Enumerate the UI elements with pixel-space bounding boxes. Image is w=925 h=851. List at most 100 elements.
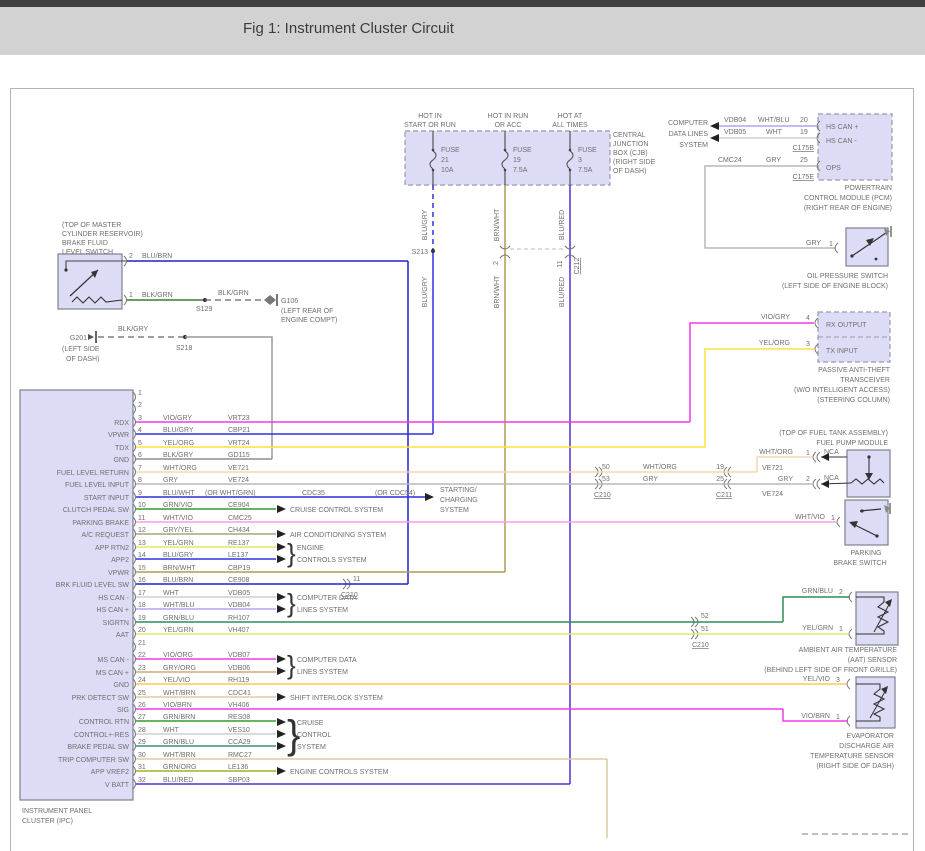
wire-color: YEL/VIO <box>803 676 831 683</box>
ipc-pin-color: YEL/GRN <box>163 627 194 634</box>
system-ref: DATA LINES <box>669 131 709 138</box>
pin-number: 3 <box>836 677 840 684</box>
ipc-pin-color: BLU/GRY <box>163 552 194 559</box>
rail-label: HOT AT <box>558 113 583 120</box>
pcm-caption: CONTROL MODULE (PCM) <box>804 195 892 202</box>
fuse-number: 3 <box>578 157 582 164</box>
ipc-pin-color: GRN/BLU <box>163 615 194 622</box>
ipc-pin-color: BLK/GRY <box>163 452 194 459</box>
wire-circuit: VE724 <box>762 491 783 498</box>
fuse-number: 21 <box>441 157 449 164</box>
wire-color-label: BRN/WHT <box>494 208 501 241</box>
ipc-pin-number: 24 <box>138 677 146 684</box>
ipc-pin-number: 17 <box>138 590 146 597</box>
ipc-pin-number: 1 <box>138 390 142 397</box>
connector-label: C210 <box>341 592 358 599</box>
ipc-pin-circuit: VDB04 <box>228 602 250 609</box>
ipc-pin-signal: APP VREF2 <box>91 769 129 776</box>
system-ref: CONTROL <box>297 732 331 739</box>
splice-label: S213 <box>412 249 428 256</box>
ipc-pin-number: 12 <box>138 527 146 534</box>
wire-color: YEL/GRN <box>802 625 833 632</box>
wire-color-label: BLU/GRY <box>422 209 429 240</box>
connector-label: C175E <box>793 174 815 181</box>
component-caption: PASSIVE ANTI-THEFT <box>818 367 891 374</box>
component-caption: (LEFT SIDE OF ENGINE BLOCK) <box>782 283 888 290</box>
pin-number: 1 <box>836 714 840 721</box>
wire-color: WHT/BLU <box>758 117 790 124</box>
component-caption: OIL PRESSURE SWITCH <box>807 273 888 280</box>
ipc-pin-signal: SIGRTN <box>103 620 129 627</box>
ipc-pin-color: WHT/BRN <box>163 690 196 697</box>
component-caption: TRANSCEIVER <box>840 377 890 384</box>
ground-label: G201 <box>70 335 87 342</box>
system-ref: CRUISE <box>297 720 324 727</box>
ipc-pin-number: 30 <box>138 752 146 759</box>
wire-color: VIO/BRN <box>801 713 830 720</box>
ipc-pin-circuit: CE904 <box>228 502 250 509</box>
splice-s213-dot <box>431 249 435 253</box>
ipc-pin-signal: GND <box>113 682 129 689</box>
ipc-pin-signal: AAT <box>116 632 130 639</box>
system-ref: COMPUTER <box>668 120 708 127</box>
ipc-pin-number: 21 <box>138 640 146 647</box>
connector-pin: 19 <box>716 464 724 471</box>
component-caption: TEMPERATURE SENSOR <box>810 753 894 760</box>
ipc-pin-color-alt: (OR WHT/GRN) <box>205 490 256 497</box>
ipc-pin-signal: HS CAN - <box>98 595 129 602</box>
ipc-pin-color: WHT <box>163 727 180 734</box>
connector-pin: 11 <box>353 576 360 583</box>
ipc-caption: INSTRUMENT PANEL <box>22 808 92 815</box>
switch-dot <box>875 534 878 537</box>
component-caption: (AAT) SENSOR <box>848 657 897 664</box>
ipc-pin-circuit: LE137 <box>228 552 248 559</box>
connector-pin: 50 <box>602 464 610 471</box>
system-brace: } <box>287 538 296 568</box>
ipc-pin-signal: BRK FLUID LEVEL SW <box>56 582 130 589</box>
ipc-pin-circuit: CCA29 <box>228 739 251 746</box>
nca-label: NCA <box>824 449 839 456</box>
pin-number: 1 <box>831 515 835 522</box>
ipc-pin-number: 18 <box>138 602 146 609</box>
ipc-pin-number: 4 <box>138 427 142 434</box>
ipc-pin-circuit: SBP03 <box>228 777 250 784</box>
ipc-pin-signal: VPWR <box>108 432 129 439</box>
pin-number: 1 <box>806 450 810 457</box>
component-caption: LEVEL SWITCH <box>62 249 113 256</box>
component-caption: DISCHARGE AIR <box>839 743 894 750</box>
screenshot-stage: Fig 1: Instrument Cluster Circuit <box>0 0 925 851</box>
ipc-pin-number: 31 <box>138 764 146 771</box>
wire-color: GRY <box>806 240 821 247</box>
splice-label: S218 <box>176 345 192 352</box>
ipc-pin-circuit-alt: (OR CDC54) <box>375 490 415 497</box>
ipc-pin-signal: START INPUT <box>84 495 130 502</box>
ipc-pin-circuit: GD115 <box>228 452 250 459</box>
component-caption: EVAPORATOR <box>847 733 894 740</box>
ipc-caption: CLUSTER (IPC) <box>22 818 73 825</box>
wire-circuit: CMC24 <box>718 157 742 164</box>
ipc-pin-color: BLU/BRN <box>163 577 193 584</box>
ipc-pin-circuit: CDC35 <box>302 490 325 497</box>
rail-label: HOT IN RUN <box>488 113 529 120</box>
ipc-pin-color: VIO/ORG <box>163 652 193 659</box>
wire-color-label: BLU/RED <box>559 277 566 307</box>
wire-color: GRY <box>766 157 781 164</box>
ipc-pin-color: WHT/BRN <box>163 752 196 759</box>
ipc-pin-signal: APP RTN2 <box>95 545 129 552</box>
ipc-pin-number: 25 <box>138 690 146 697</box>
component-caption: FUEL PUMP MODULE <box>816 440 888 447</box>
ground-caption: (LEFT SIDE <box>62 346 100 353</box>
switch-dot <box>860 509 863 512</box>
ipc-pin-number: 28 <box>138 727 146 734</box>
pin-number: 25 <box>800 157 808 164</box>
connector-label: C175B <box>793 145 815 152</box>
rail-label: OR ACC <box>495 122 522 129</box>
wire-color: GRN/BLU <box>802 588 833 595</box>
component-caption: (STEERING COLUMN) <box>817 397 890 404</box>
ipc-pin-color: BLU/RED <box>163 777 193 784</box>
ipc-pin-color: YEL/VIO <box>163 677 191 684</box>
component-caption: (TOP OF FUEL TANK ASSEMBLY) <box>779 430 888 437</box>
ipc-pin-circuit: LE136 <box>228 764 248 771</box>
pin-number: 3 <box>806 341 810 348</box>
ipc-pin-signal: TRIP COMPUTER SW <box>58 757 129 764</box>
